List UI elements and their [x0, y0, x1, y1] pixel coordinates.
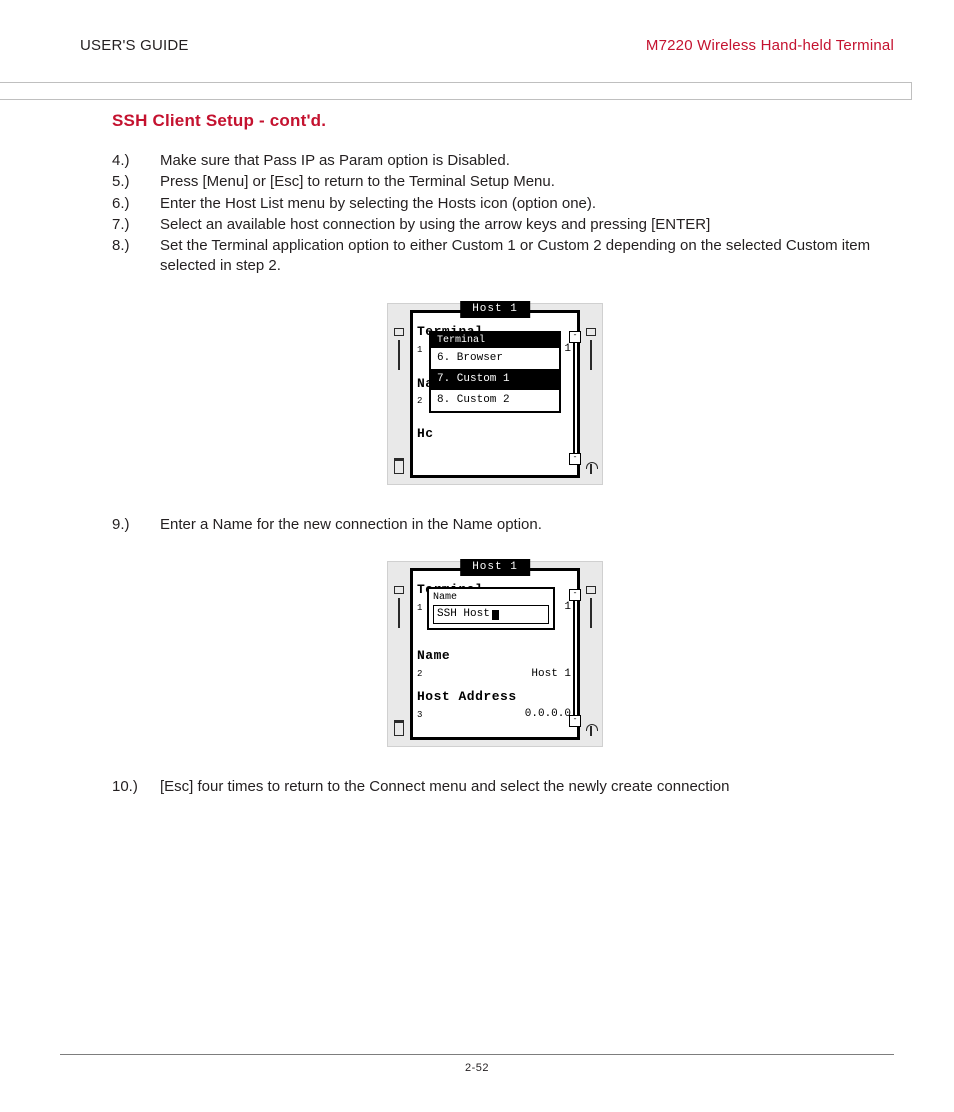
page-number: 2-52 [60, 1061, 894, 1076]
fig1-tab: Host 1 [460, 301, 530, 318]
steps-block-c: 10.)[Esc] four times to return to the Co… [112, 777, 878, 797]
fig1-option-custom2[interactable]: 8. Custom 2 [431, 390, 559, 411]
fig2-popup: Name SSH Host [427, 587, 555, 630]
step-number: 8.) [112, 236, 160, 277]
scroll-down-icon[interactable]: - [569, 715, 581, 727]
fig2-name-input[interactable]: SSH Host [433, 605, 549, 624]
header-rule [0, 82, 912, 100]
header-left: USER'S GUIDE [80, 36, 189, 56]
fig1-option-custom1[interactable]: 7. Custom 1 [431, 369, 559, 390]
step-text: Press [Menu] or [Esc] to return to the T… [160, 172, 878, 192]
scroll-up-icon[interactable]: - [569, 589, 581, 601]
fig2-popup-label: Name [431, 591, 551, 605]
battery-icon [394, 458, 404, 474]
fig2-tab: Host 1 [460, 559, 530, 576]
step-text: Set the Terminal application option to e… [160, 236, 878, 277]
fig1-field-host: Hc [417, 425, 573, 443]
fig1-left-indicators [394, 310, 404, 478]
fig1-option-browser[interactable]: 6. Browser [431, 348, 559, 369]
step-text: Make sure that Pass IP as Param option i… [160, 151, 878, 171]
step-number: 7.) [112, 215, 160, 235]
fig1-popup: Terminal 6. Browser 7. Custom 1 8. Custo… [429, 331, 561, 413]
signal-icon [586, 724, 596, 736]
step-text: Select an available host connection by u… [160, 215, 878, 235]
step-text: Enter a Name for the new connection in t… [160, 515, 878, 535]
fig2-scrollbar[interactable]: - - [569, 589, 579, 727]
section-title: SSH Client Setup - cont'd. [112, 110, 878, 133]
step-number: 5.) [112, 172, 160, 192]
step-number: 10.) [112, 777, 160, 797]
page-footer: 2-52 [60, 1054, 894, 1076]
fig1-popup-title: Terminal [431, 333, 559, 349]
scroll-up-icon[interactable]: - [569, 331, 581, 343]
step-number: 6.) [112, 194, 160, 214]
step-text: [Esc] four times to return to the Connec… [160, 777, 878, 797]
fig2-left-indicators [394, 568, 404, 740]
signal-icon [586, 462, 596, 474]
fig1-scrollbar[interactable]: - - [569, 331, 579, 465]
step-number: 4.) [112, 151, 160, 171]
header-right: M7220 Wireless Hand-held Terminal [646, 36, 894, 56]
steps-block-a: 4.)Make sure that Pass IP as Param optio… [112, 151, 878, 277]
steps-block-b: 9.)Enter a Name for the new connection i… [112, 515, 878, 535]
battery-icon [394, 720, 404, 736]
fig1-right-indicators [586, 310, 596, 478]
figure-2: Host 1 Terminal 11 Name SSH Host Name 2H… [387, 561, 603, 747]
fig2-right-indicators [586, 568, 596, 740]
fig2-field-name: Name [417, 647, 573, 665]
step-number: 9.) [112, 515, 160, 535]
fig2-field-host-address: Host Address [417, 688, 573, 706]
scroll-down-icon[interactable]: - [569, 453, 581, 465]
text-cursor-icon [492, 610, 499, 620]
figure-1: Host 1 Terminal 11 Na 2 Hc Terminal 6. B… [387, 303, 603, 485]
step-text: Enter the Host List menu by selecting th… [160, 194, 878, 214]
